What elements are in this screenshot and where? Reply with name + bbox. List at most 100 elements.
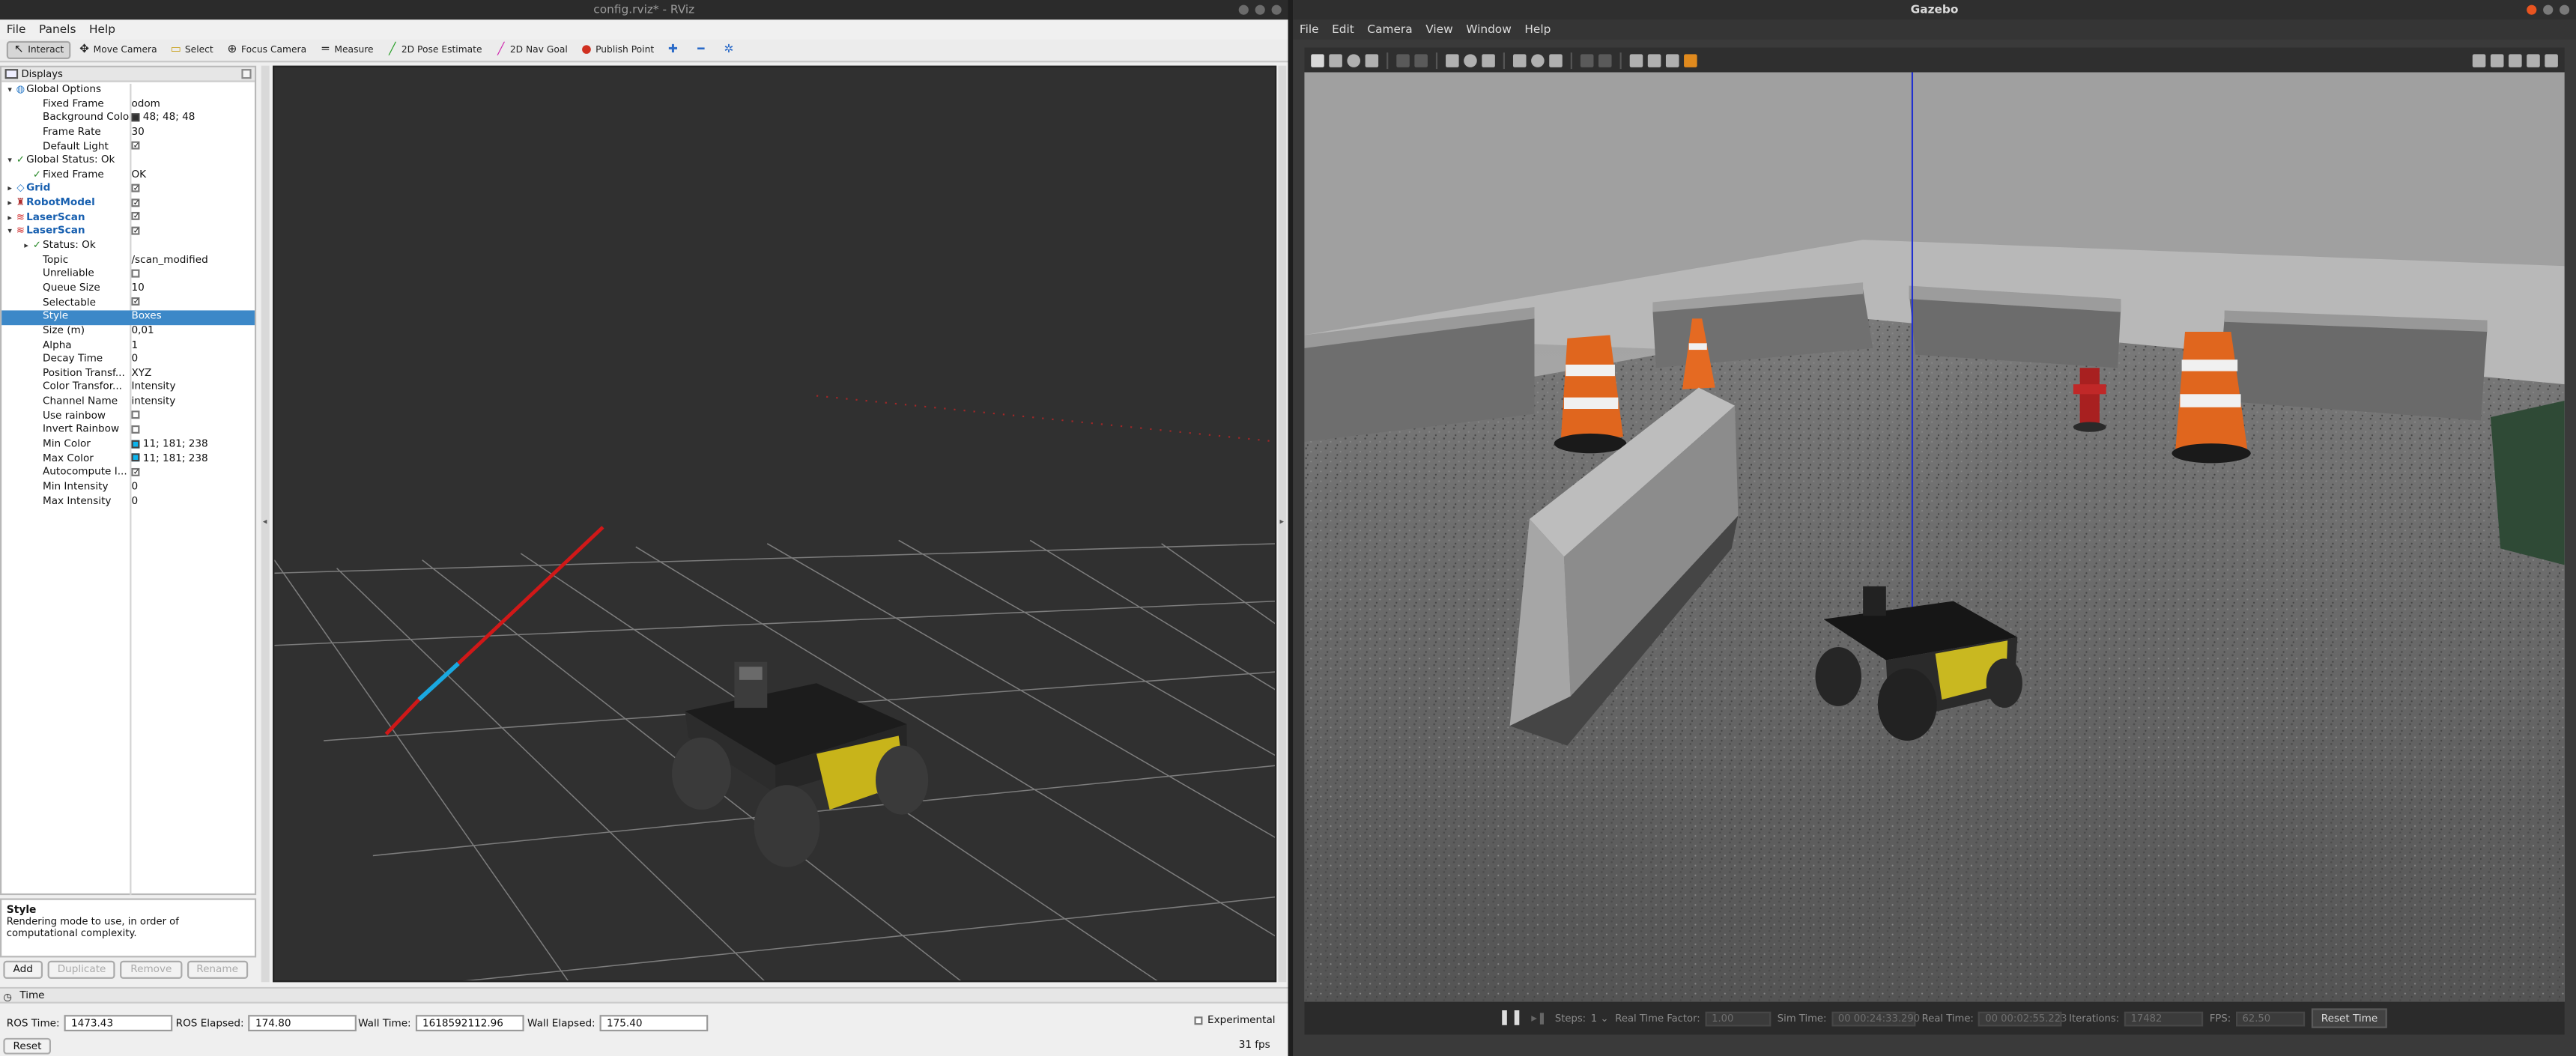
tree-row[interactable]: ▸ ♜ RobotModel ✓ [1, 197, 255, 211]
measure-tool[interactable]: ═ Measure [315, 41, 378, 59]
property-value-cell[interactable]: 0 [131, 353, 254, 368]
property-value-cell[interactable]: Boxes [131, 311, 254, 325]
close-icon[interactable] [1271, 4, 1282, 15]
property-value-cell[interactable]: odom [131, 98, 254, 112]
ros-time-value[interactable]: 1473.43 [64, 1015, 173, 1032]
copy-icon[interactable] [1580, 53, 1594, 67]
wall-time-value[interactable]: 1618592112.96 [416, 1015, 524, 1032]
tree-row[interactable]: ▾ ≋ LaserScan ✓ [1, 225, 255, 240]
property-checkbox[interactable]: ✓ [131, 226, 140, 235]
property-value-cell[interactable]: 11; 181; 238 [131, 439, 254, 453]
tree-row[interactable]: Color Transfor... Intensity [1, 382, 255, 396]
property-value-cell[interactable]: 0,01 [131, 325, 254, 339]
snap-icon[interactable] [1647, 53, 1661, 67]
tree-row[interactable]: Max Intensity 0 [1, 495, 255, 509]
remove-button[interactable]: Remove [121, 960, 182, 979]
property-value-cell[interactable]: 30 [131, 127, 254, 141]
tree-row[interactable]: Decay Time 0 [1, 353, 255, 368]
property-value-cell[interactable]: ✓ [131, 225, 254, 240]
property-value-cell[interactable]: 11; 181; 238 [131, 452, 254, 467]
property-value-cell[interactable]: ✓ [131, 211, 254, 225]
interact-tool[interactable]: ↖ Interact [6, 40, 70, 59]
menu-file[interactable]: File [7, 19, 26, 39]
gz-menu-camera[interactable]: Camera [1367, 19, 1412, 39]
magnet-icon[interactable] [1665, 53, 1679, 67]
cylinder-shape-icon[interactable] [1482, 53, 1495, 67]
duplicate-button[interactable]: Duplicate [47, 960, 116, 979]
tree-row[interactable]: Size (m) 0,01 [1, 325, 255, 339]
left-splitter[interactable]: ◂ [261, 65, 270, 983]
directional-light-icon[interactable] [1549, 53, 1563, 67]
menu-help[interactable]: Help [89, 19, 115, 39]
maximize-icon[interactable] [2560, 4, 2570, 15]
tree-row[interactable]: Style Boxes [1, 310, 255, 325]
tree-row[interactable]: Min Color 11; 181; 238 [1, 439, 255, 453]
property-checkbox[interactable]: ✓ [131, 198, 140, 207]
point-light-icon[interactable] [1512, 53, 1527, 67]
property-value-cell[interactable]: ✓ [131, 297, 254, 311]
chevron-down-icon[interactable]: ⌄ [1600, 1013, 1608, 1024]
property-value-cell[interactable]: /scan_modified [131, 254, 254, 268]
property-value-cell[interactable] [131, 268, 254, 282]
rename-button[interactable]: Rename [187, 960, 249, 979]
gz-menu-window[interactable]: Window [1466, 19, 1512, 39]
tree-row[interactable]: Min Intensity 0 [1, 481, 255, 495]
scale-mode-icon[interactable] [1365, 53, 1379, 67]
gz-menu-edit[interactable]: Edit [1332, 19, 1354, 39]
tree-row[interactable]: Frame Rate 30 [1, 127, 255, 141]
property-value-cell[interactable]: 1 [131, 339, 254, 353]
property-value-cell[interactable]: 0 [131, 481, 254, 495]
tree-row[interactable]: Queue Size 10 [1, 282, 255, 297]
publish-point-tool[interactable]: ● Publish Point [576, 41, 659, 59]
focus-camera-tool[interactable]: ⊕ Focus Camera [222, 41, 312, 59]
collapse-arrow-icon[interactable]: ▸ [22, 240, 31, 254]
property-value-cell[interactable]: intensity [131, 396, 254, 410]
tree-row[interactable]: ▾ ✓ Global Status: Ok [1, 155, 255, 169]
tree-row[interactable]: ▸ ◇ Grid ✓ [1, 183, 255, 197]
nav-goal-tool[interactable]: ╱ 2D Nav Goal [491, 41, 573, 59]
expand-arrow-icon[interactable]: ▾ [5, 84, 15, 98]
step-icon[interactable]: ▸❚ [1531, 1012, 1547, 1025]
property-checkbox[interactable] [131, 425, 140, 434]
expand-arrow-icon[interactable]: ▾ [5, 155, 15, 169]
property-value-cell[interactable]: 48; 48; 48 [131, 112, 254, 127]
tree-row[interactable]: Max Color 11; 181; 238 [1, 452, 255, 467]
collapse-arrow-icon[interactable]: ▸ [5, 183, 15, 197]
property-value-cell[interactable]: ✓ [131, 183, 254, 197]
gz-menu-file[interactable]: File [1300, 19, 1319, 39]
undo-icon[interactable] [1396, 53, 1410, 67]
tree-row[interactable]: Unreliable [1, 268, 255, 282]
tree-row[interactable]: Fixed Frame odom [1, 98, 255, 112]
gz-menu-view[interactable]: View [1425, 19, 1452, 39]
property-checkbox[interactable]: ✓ [131, 297, 140, 306]
rviz-3d-view[interactable] [273, 65, 1277, 983]
tree-row[interactable]: Selectable ✓ [1, 297, 255, 311]
tree-row[interactable]: ▸ ≋ LaserScan ✓ [1, 211, 255, 225]
gazebo-3d-view[interactable] [1304, 72, 2565, 1002]
property-value-cell[interactable]: OK [131, 169, 254, 183]
screenshot-icon[interactable] [2472, 53, 2486, 67]
tree-row[interactable]: Alpha 1 [1, 339, 255, 353]
property-checkbox[interactable]: ✓ [131, 467, 140, 477]
select-tool[interactable]: ▭ Select [166, 41, 219, 59]
translate-mode-icon[interactable] [1329, 53, 1342, 67]
paste-icon[interactable] [1598, 53, 1612, 67]
add-button[interactable]: Add [3, 960, 43, 979]
menu-panels[interactable]: Panels [39, 19, 76, 39]
tree-row[interactable]: ✓ Fixed Frame OK [1, 169, 255, 183]
minimize-icon[interactable] [1238, 4, 1249, 15]
property-value-cell[interactable]: 10 [131, 282, 254, 297]
steps-value[interactable]: 1 [1591, 1013, 1597, 1024]
tree-row[interactable]: Invert Rainbow [1, 425, 255, 439]
pause-icon[interactable]: ❚❚ [1498, 1010, 1523, 1027]
property-value-cell[interactable] [131, 410, 254, 425]
property-value-cell[interactable]: 0 [131, 495, 254, 509]
expand-arrow-icon[interactable]: ▾ [5, 225, 15, 240]
minimize-icon[interactable] [2543, 4, 2554, 15]
collapse-arrow-icon[interactable]: ▸ [5, 211, 15, 225]
pose-estimate-tool[interactable]: ╱ 2D Pose Estimate [382, 41, 488, 59]
tree-row[interactable]: ▾ ◍ Global Options [1, 84, 255, 98]
property-checkbox[interactable]: ✓ [131, 183, 140, 193]
wall-elapsed-value[interactable]: 175.40 [600, 1015, 709, 1032]
remove-tool-button[interactable]: ━ [690, 41, 715, 59]
